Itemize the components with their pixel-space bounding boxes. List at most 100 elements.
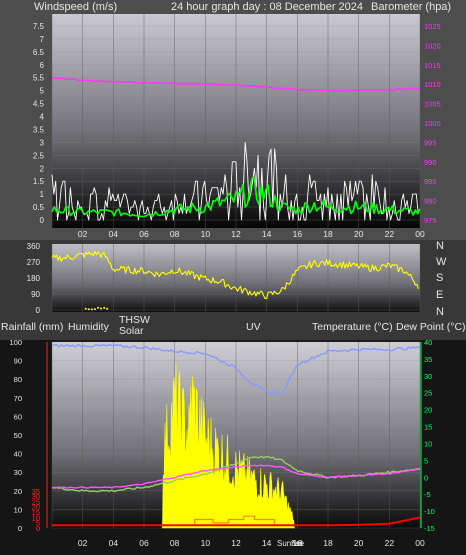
y2-tick-label: 1000 bbox=[424, 119, 441, 128]
x-tick-label: 10 bbox=[201, 538, 211, 548]
y-tick-label: 10 bbox=[14, 505, 22, 514]
x-tick-label: 16 bbox=[293, 538, 303, 548]
direction-point bbox=[93, 308, 96, 311]
y-tick-label: 1.5 bbox=[33, 177, 45, 186]
y-tick-label: 2 bbox=[40, 164, 45, 173]
temp-tick-label: 0 bbox=[424, 473, 428, 482]
barometer-title: Barometer (hpa) bbox=[371, 1, 451, 13]
x-tick-label: 16 bbox=[293, 229, 303, 239]
x-tick-label: 10 bbox=[201, 229, 211, 239]
y-tick-label: 2.5 bbox=[33, 151, 45, 160]
y2-tick-label: 1005 bbox=[424, 100, 441, 109]
x-tick-label: 22 bbox=[385, 229, 395, 239]
wind-title: Windspeed (m/s) bbox=[34, 1, 117, 13]
x-tick-label: 14 bbox=[262, 538, 272, 548]
legend-uv: UV bbox=[246, 321, 261, 333]
temp-tick-label: 20 bbox=[424, 406, 432, 415]
direction-point bbox=[100, 307, 103, 310]
y-tick-label: 5.5 bbox=[33, 74, 45, 83]
y-tick-label: 180 bbox=[27, 274, 41, 283]
y-tick-label: 90 bbox=[31, 290, 40, 299]
y2-tick-label: 995 bbox=[424, 138, 437, 147]
y-tick-label: 50 bbox=[14, 431, 22, 440]
y-tick-label: 7 bbox=[40, 35, 45, 44]
y-tick-label: 0.5 bbox=[33, 203, 45, 212]
y2-tick-label: 975 bbox=[424, 216, 437, 225]
direction-point bbox=[84, 307, 87, 310]
direction-point bbox=[103, 306, 106, 309]
direction-point bbox=[87, 308, 90, 311]
x-tick-label: 20 bbox=[354, 229, 364, 239]
x-tick-label: 06 bbox=[139, 229, 149, 239]
x-tick-label: 18 bbox=[323, 229, 333, 239]
direction-point bbox=[97, 306, 99, 309]
y-tick-label: 1 bbox=[40, 190, 45, 199]
y-tick-label: 70 bbox=[14, 394, 22, 403]
x-tick-label: 14 bbox=[262, 229, 272, 239]
y2-tick-label: 985 bbox=[424, 177, 437, 186]
y-tick-label: 6 bbox=[40, 61, 45, 70]
x-tick-label: 08 bbox=[170, 538, 180, 548]
y-tick-label: 0 bbox=[18, 524, 22, 533]
x-tick-label: 12 bbox=[231, 538, 241, 548]
y-tick-label: 4.5 bbox=[33, 100, 45, 109]
x-tick-label: 00 bbox=[415, 538, 425, 548]
y-tick-label: 360 bbox=[27, 242, 41, 251]
x-tick-label: 00 bbox=[415, 229, 425, 239]
x-tick-label: 04 bbox=[109, 538, 119, 548]
temp-tick-label: 25 bbox=[424, 389, 432, 398]
y2-tick-label: 980 bbox=[424, 197, 437, 206]
y-tick-label: 6.5 bbox=[33, 48, 45, 57]
y-tick-label: 90 bbox=[14, 357, 22, 366]
x-tick-label: 04 bbox=[109, 229, 119, 239]
y-tick-label: 3.5 bbox=[33, 125, 45, 134]
graph-title: 24 hour graph day : 08 December 2024 bbox=[171, 1, 363, 13]
y-tick-label: 4 bbox=[40, 113, 45, 122]
y-tick-label: 20 bbox=[14, 487, 22, 496]
temp-tick-label: 30 bbox=[424, 372, 432, 381]
y2-tick-label: 1015 bbox=[424, 61, 441, 70]
direction-label: N bbox=[436, 306, 444, 318]
y-tick-label: 100 bbox=[9, 338, 22, 347]
temp-tick-label: 40 bbox=[424, 338, 432, 347]
x-tick-label: 02 bbox=[78, 229, 88, 239]
y2-tick-label: 1025 bbox=[424, 22, 441, 31]
y-tick-label: 0 bbox=[40, 216, 45, 225]
legend-humidity: Humidity bbox=[68, 321, 110, 333]
y-tick-label: 60 bbox=[14, 412, 22, 421]
direction-label: N bbox=[436, 240, 444, 252]
x-tick-label: 20 bbox=[354, 538, 364, 548]
temp-tick-label: 10 bbox=[424, 439, 432, 448]
legend-temperature: Temperature (°C) bbox=[312, 321, 393, 333]
x-tick-label: 18 bbox=[323, 538, 333, 548]
x-tick-label: 02 bbox=[78, 538, 88, 548]
direction-label: S bbox=[436, 272, 443, 284]
x-tick-label: 06 bbox=[139, 538, 149, 548]
y2-tick-label: 1020 bbox=[424, 41, 441, 50]
direction-point bbox=[106, 307, 109, 310]
temp-tick-label: 15 bbox=[424, 423, 432, 432]
y2-tick-label: 1010 bbox=[424, 80, 441, 89]
x-tick-label: 22 bbox=[385, 538, 395, 548]
y2-tick-label: 990 bbox=[424, 158, 437, 167]
rain-tick-label: 35 bbox=[32, 487, 40, 496]
direction-point bbox=[90, 308, 93, 311]
y-tick-label: 270 bbox=[27, 258, 41, 267]
y-tick-label: 3 bbox=[40, 138, 45, 147]
weather-graph: Windspeed (m/s) 24 hour graph day : 08 D… bbox=[0, 0, 466, 555]
temp-tick-label: -10 bbox=[424, 507, 435, 516]
y-tick-label: 80 bbox=[14, 375, 22, 384]
temp-tick-label: 5 bbox=[424, 456, 428, 465]
x-tick-label: 12 bbox=[231, 229, 241, 239]
temp-tick-label: -15 bbox=[424, 524, 435, 533]
y-tick-label: 0 bbox=[36, 306, 41, 315]
direction-label: E bbox=[436, 289, 443, 301]
legend-solar: Solar bbox=[119, 325, 144, 337]
y-tick-label: 40 bbox=[14, 450, 22, 459]
direction-label: W bbox=[436, 256, 447, 268]
legend-dewpoint: Dew Point (°C) bbox=[396, 321, 466, 333]
y-tick-label: 7.5 bbox=[33, 22, 45, 31]
legend-rainfall: Rainfall (mm) bbox=[1, 321, 63, 333]
y-tick-label: 30 bbox=[14, 468, 22, 477]
y-tick-label: 5 bbox=[40, 87, 45, 96]
